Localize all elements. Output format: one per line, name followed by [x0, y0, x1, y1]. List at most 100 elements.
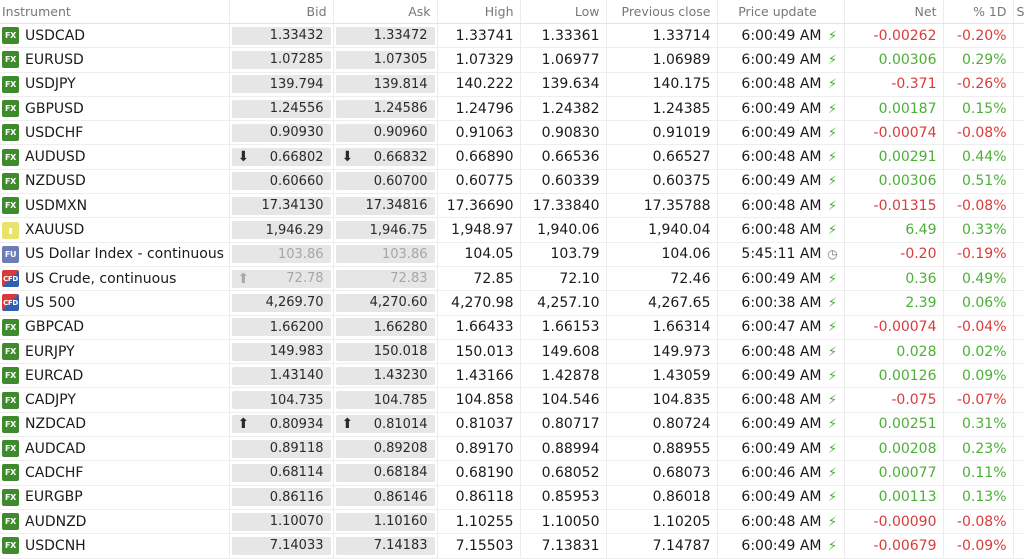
bid-cell[interactable]: 0.86116	[229, 485, 334, 510]
ask-cell[interactable]: 1.10160	[333, 509, 438, 535]
table-row[interactable]: FX EURGBP 0.86116 0.86146 0.86118 0.85953 0.86…	[0, 485, 1024, 510]
bid-cell[interactable]: 1.07285	[229, 47, 334, 73]
ask-cell[interactable]: 7.14183	[333, 533, 438, 559]
ask-cell[interactable]: 139.814	[333, 72, 438, 97]
bid-cell[interactable]: ⬆ 72.78	[229, 266, 334, 292]
table-row[interactable]: FX NZDCAD ⬆ 0.80934 ⬆ 0.81014 0.81037 0.80717 0.…	[0, 412, 1024, 438]
instrument-cell[interactable]: FX EURGBP	[0, 485, 230, 510]
instrument-cell[interactable]: FX USDCNH	[0, 533, 230, 559]
table-row[interactable]: FX GBPCAD 1.66200 1.66280 1.66433 1.66153 1.66…	[0, 315, 1024, 340]
ask-cell[interactable]: 4,270.60	[333, 290, 438, 316]
table-row[interactable]: FX EURCAD 1.43140 1.43230 1.43166 1.42878 1.43…	[0, 363, 1024, 389]
table-row[interactable]: CFD US 500 4,269.70 4,270.60 4,270.98 4,257.1…	[0, 290, 1024, 316]
instrument-cell[interactable]: FX AUDUSD	[0, 144, 230, 170]
table-row[interactable]: FX USDCAD 1.33432 1.33472 1.33741 1.33361 1.33…	[0, 23, 1024, 49]
instrument-cell[interactable]: FX EURUSD	[0, 47, 230, 73]
table-row[interactable]: CFD US Crude, continuous ⬆ 72.78 72.83 72.85 7…	[0, 266, 1024, 292]
bid-cell[interactable]: 1,946.29	[229, 217, 334, 243]
bid-cell[interactable]: 1.33432	[229, 23, 334, 49]
instrument-cell[interactable]: FX USDCHF	[0, 120, 230, 146]
ask-cell[interactable]: 104.785	[333, 387, 438, 413]
ask-cell[interactable]: 0.60700	[333, 169, 438, 195]
high-cell: 1.43166	[437, 363, 521, 389]
ask-cell[interactable]: 0.89208	[333, 436, 438, 462]
ask-cell[interactable]: 0.86146	[333, 485, 438, 510]
instrument-cell[interactable]: CFD US Crude, continuous	[0, 266, 230, 292]
table-row[interactable]: FX NZDUSD 0.60660 0.60700 0.60775 0.60339 0.60…	[0, 169, 1024, 195]
bid-cell[interactable]: ⬇ 0.66802	[229, 144, 334, 170]
col-extra[interactable]: S	[1013, 0, 1024, 24]
table-row[interactable]: FU US Dollar Index - continuous 103.86 103.…	[0, 242, 1024, 267]
table-row[interactable]: FX AUDUSD ⬇ 0.66802 ⬇ 0.66832 0.66890 0.66536 0.…	[0, 144, 1024, 170]
instrument-cell[interactable]: CFD US 500	[0, 290, 230, 316]
ask-cell[interactable]: 103.86	[333, 242, 438, 267]
ask-cell[interactable]: 1.66280	[333, 315, 438, 340]
bid-cell[interactable]: 103.86	[229, 242, 334, 267]
bid-cell[interactable]: 0.90930	[229, 120, 334, 146]
extra-cell	[1013, 266, 1024, 292]
instrument-cell[interactable]: FX NZDUSD	[0, 169, 230, 195]
bid-cell[interactable]: 17.34130	[229, 193, 334, 219]
instrument-cell[interactable]: FX USDJPY	[0, 72, 230, 97]
col-low[interactable]: Low	[520, 0, 607, 24]
instrument-cell[interactable]: FX CADJPY	[0, 387, 230, 413]
table-row[interactable]: FX USDMXN 17.34130 17.34816 17.36690 17.33840…	[0, 193, 1024, 219]
table-row[interactable]: FX USDJPY 139.794 139.814 140.222 139.634 140.…	[0, 72, 1024, 97]
ask-cell[interactable]: 1.07305	[333, 47, 438, 73]
col-previous-close[interactable]: Previous close	[606, 0, 718, 24]
bid-cell[interactable]: 1.24556	[229, 96, 334, 122]
table-row[interactable]: FX USDCNH 7.14033 7.14183 7.15503 7.13831 7.14…	[0, 533, 1024, 559]
instrument-cell[interactable]: FX GBPCAD	[0, 315, 230, 340]
bid-cell[interactable]: 4,269.70	[229, 290, 334, 316]
ask-cell[interactable]: 1.33472	[333, 23, 438, 49]
bid-cell[interactable]: 0.60660	[229, 169, 334, 195]
instrument-cell[interactable]: FX EURJPY	[0, 339, 230, 365]
table-row[interactable]: ▮ XAUUSD 1,946.29 1,946.75 1,948.97 1,940.06 1…	[0, 217, 1024, 243]
instrument-cell[interactable]: FX USDMXN	[0, 193, 230, 219]
ask-cell[interactable]: 150.018	[333, 339, 438, 365]
instrument-cell[interactable]: FU US Dollar Index - continuous	[0, 242, 230, 267]
instrument-cell[interactable]: FX NZDCAD	[0, 412, 230, 438]
col-instrument[interactable]: Instrument	[0, 0, 230, 24]
ask-cell[interactable]: 1.43230	[333, 363, 438, 389]
ask-cell[interactable]: ⬇ 0.66832	[333, 144, 438, 170]
instrument-cell[interactable]: FX AUDCAD	[0, 436, 230, 462]
bid-cell[interactable]: 0.89118	[229, 436, 334, 462]
bid-cell[interactable]: 1.66200	[229, 315, 334, 340]
table-row[interactable]: FX AUDNZD 1.10070 1.10160 1.10255 1.10050 1.10…	[0, 509, 1024, 535]
bid-cell[interactable]: 1.10070	[229, 509, 334, 535]
ask-cell[interactable]: ⬆ 0.81014	[333, 412, 438, 438]
instrument-cell[interactable]: FX EURCAD	[0, 363, 230, 389]
instrument-cell[interactable]: ▮ XAUUSD	[0, 217, 230, 243]
instrument-cell[interactable]: FX GBPUSD	[0, 96, 230, 122]
ask-cell[interactable]: 1,946.75	[333, 217, 438, 243]
bid-cell[interactable]: 149.983	[229, 339, 334, 365]
ask-cell[interactable]: 0.68184	[333, 460, 438, 486]
col-price-update[interactable]: Price update	[717, 0, 845, 24]
col-net[interactable]: Net	[844, 0, 944, 24]
table-row[interactable]: FX EURJPY 149.983 150.018 150.013 149.608 149.…	[0, 339, 1024, 365]
table-row[interactable]: FX GBPUSD 1.24556 1.24586 1.24796 1.24382 1.24…	[0, 96, 1024, 122]
col-bid[interactable]: Bid	[229, 0, 334, 24]
table-row[interactable]: FX EURUSD 1.07285 1.07305 1.07329 1.06977 1.06…	[0, 47, 1024, 73]
ask-cell[interactable]: 72.83	[333, 266, 438, 292]
table-row[interactable]: FX CADCHF 0.68114 0.68184 0.68190 0.68052 0.68…	[0, 460, 1024, 486]
table-row[interactable]: FX CADJPY 104.735 104.785 104.858 104.546 104.…	[0, 387, 1024, 413]
col-ask[interactable]: Ask	[333, 0, 438, 24]
ask-cell[interactable]: 17.34816	[333, 193, 438, 219]
bid-cell[interactable]: 104.735	[229, 387, 334, 413]
instrument-cell[interactable]: FX USDCAD	[0, 23, 230, 49]
bid-cell[interactable]: ⬆ 0.80934	[229, 412, 334, 438]
bid-cell[interactable]: 139.794	[229, 72, 334, 97]
table-row[interactable]: FX AUDCAD 0.89118 0.89208 0.89170 0.88994 0.88…	[0, 436, 1024, 462]
bid-cell[interactable]: 7.14033	[229, 533, 334, 559]
col-high[interactable]: High	[437, 0, 521, 24]
ask-cell[interactable]: 1.24586	[333, 96, 438, 122]
instrument-cell[interactable]: FX AUDNZD	[0, 509, 230, 535]
table-row[interactable]: FX USDCHF 0.90930 0.90960 0.91063 0.90830 0.91…	[0, 120, 1024, 146]
ask-cell[interactable]: 0.90960	[333, 120, 438, 146]
bid-cell[interactable]: 0.68114	[229, 460, 334, 486]
bid-cell[interactable]: 1.43140	[229, 363, 334, 389]
instrument-cell[interactable]: FX CADCHF	[0, 460, 230, 486]
col-pct-1d[interactable]: % 1D	[943, 0, 1014, 24]
